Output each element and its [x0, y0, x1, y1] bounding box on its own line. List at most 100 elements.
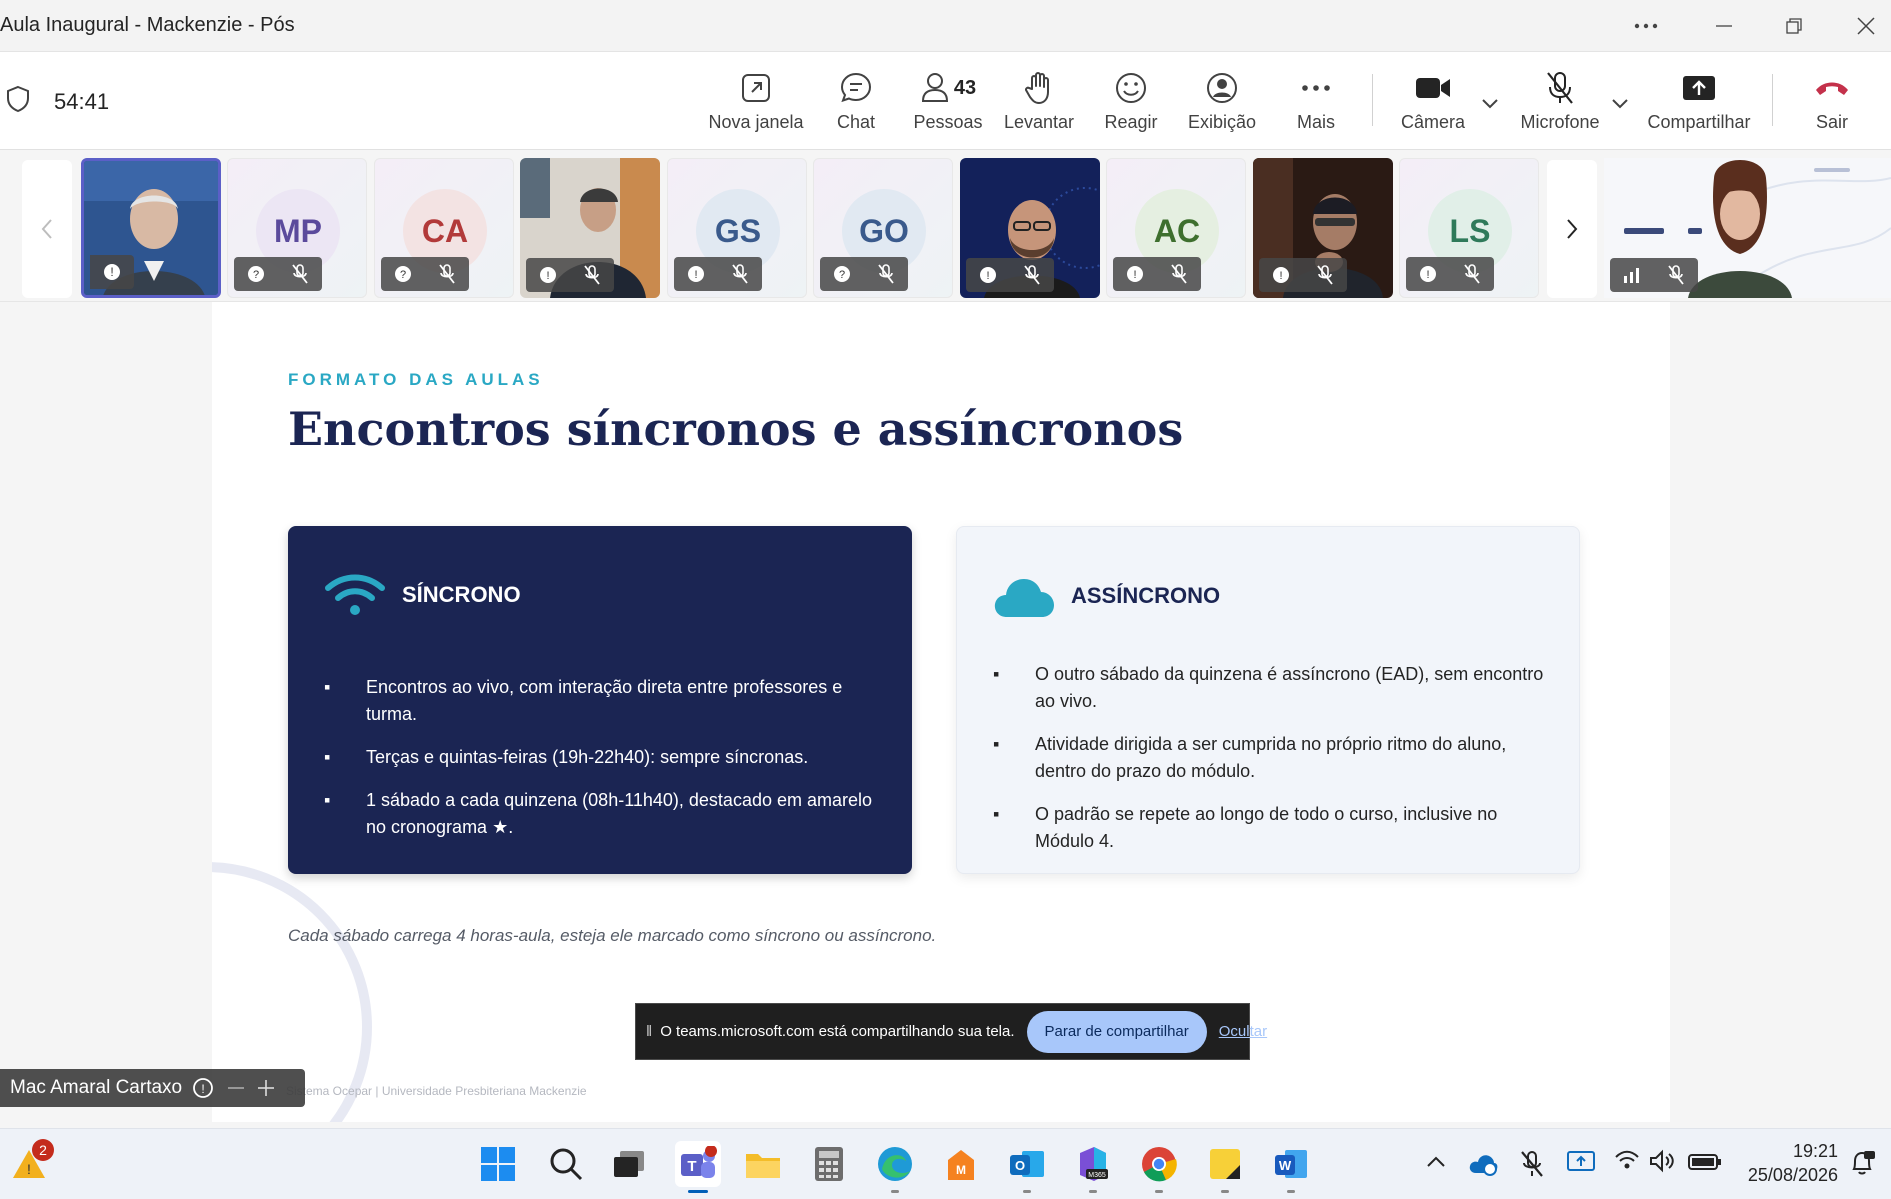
toolbar-divider — [1372, 74, 1373, 126]
close-window-button[interactable] — [1846, 8, 1886, 44]
mic-tray-button[interactable] — [1508, 1142, 1556, 1186]
restore-button[interactable] — [1774, 8, 1814, 44]
list-item: ▪ Encontros ao vivo, com interação direta… — [324, 674, 884, 728]
microphone-button[interactable]: Microfone — [1516, 68, 1604, 140]
hide-banner-link[interactable]: Ocultar — [1219, 1023, 1267, 1040]
outlook-icon: O — [1010, 1151, 1044, 1177]
mic-muted-icon — [718, 257, 762, 291]
participant-tile[interactable]: GS ! — [667, 158, 807, 298]
gallery-next-button[interactable] — [1547, 160, 1597, 298]
task-view-button[interactable] — [606, 1141, 652, 1187]
gallery-prev-button[interactable] — [22, 160, 72, 298]
expand-self-view-icon[interactable] — [256, 1078, 276, 1098]
battery-icon[interactable] — [1688, 1153, 1722, 1171]
minimize-self-view-icon[interactable] — [226, 1078, 246, 1098]
title-bar: Aula Inaugural - Mackenzie - Pós — [0, 0, 1891, 52]
bullet-icon: ▪ — [324, 747, 331, 767]
view-label: Exibição — [1187, 112, 1257, 132]
stop-sharing-button[interactable]: Parar de compartilhar — [1026, 1010, 1207, 1053]
camera-label: Câmera — [1400, 112, 1466, 132]
search-icon — [550, 1148, 583, 1181]
onedrive-icon[interactable] — [1468, 1149, 1498, 1177]
svg-text:O: O — [1015, 1158, 1025, 1173]
mic-muted-icon — [1157, 257, 1201, 291]
view-button[interactable]: Exibição — [1182, 68, 1262, 140]
calculator-button[interactable] — [806, 1141, 852, 1187]
svg-text:!: ! — [546, 270, 549, 282]
raise-hand-button[interactable]: Levantar — [1000, 68, 1078, 140]
svg-text:!: ! — [110, 265, 113, 279]
svg-text:!: ! — [201, 1082, 204, 1096]
leave-button[interactable]: Sair — [1800, 68, 1864, 140]
teams-app-button[interactable]: T — [675, 1141, 721, 1193]
svg-text:!: ! — [27, 1161, 31, 1177]
participant-gallery: ! MP ? CA ? ! GS ! GO ? ! AC ! ! LS ! — [0, 150, 1891, 302]
participant-tile[interactable]: MP ? — [227, 158, 367, 298]
slide-eyebrow: FORMATO DAS AULAS — [288, 370, 544, 389]
mic-muted-icon — [864, 257, 908, 291]
participant-tile[interactable]: GO ? — [813, 158, 953, 298]
word-button[interactable]: W — [1268, 1141, 1314, 1193]
hand-status-icon: ! — [1406, 257, 1450, 291]
drag-handle-icon[interactable]: ‖ — [646, 1023, 652, 1040]
search-button[interactable] — [543, 1141, 589, 1187]
calculator-icon — [815, 1147, 843, 1181]
svg-text:?: ? — [839, 269, 845, 281]
new-window-button[interactable]: Nova janela — [706, 68, 806, 140]
bullet-icon: ▪ — [324, 677, 331, 697]
mic-muted-icon — [1303, 258, 1347, 292]
more-icon — [1301, 68, 1331, 108]
bullet-icon: ▪ — [993, 804, 1000, 824]
outlook-button[interactable]: O — [1004, 1141, 1050, 1193]
close-icon — [1857, 17, 1875, 35]
chevron-right-icon — [1567, 219, 1578, 239]
start-button[interactable] — [475, 1141, 521, 1187]
wifi-tray-icon[interactable] — [1614, 1149, 1640, 1171]
bullet-icon: ▪ — [993, 664, 1000, 684]
chevron-up-icon[interactable] — [1426, 1155, 1446, 1169]
screen-share-tray-icon[interactable] — [1566, 1149, 1596, 1175]
participant-tile-video[interactable]: ! — [1253, 158, 1393, 298]
system-clock[interactable]: 19:21 25/08/2026 — [1732, 1139, 1838, 1187]
participant-tile-video[interactable]: ! — [81, 158, 221, 298]
m365-icon: M365 — [1080, 1147, 1108, 1181]
participant-tile[interactable]: LS ! — [1399, 158, 1539, 298]
sync-list: ▪ Encontros ao vivo, com interação direta… — [324, 674, 884, 857]
mic-muted-icon — [570, 258, 614, 292]
minimize-button[interactable] — [1704, 8, 1744, 44]
wifi-icon — [325, 574, 385, 615]
moodle-app-button[interactable]: M — [938, 1141, 984, 1187]
share-button[interactable]: Compartilhar — [1646, 68, 1752, 140]
async-card: ASSÍNCRONO ▪ O outro sábado da quinzena é… — [956, 526, 1580, 874]
volume-icon[interactable] — [1648, 1149, 1676, 1173]
svg-text:T: T — [687, 1158, 696, 1175]
task-view-icon — [614, 1151, 644, 1177]
participant-tile-video[interactable]: ! — [960, 158, 1100, 298]
sticky-notes-button[interactable] — [1202, 1141, 1248, 1193]
participant-tile-video[interactable]: ! — [520, 158, 660, 298]
mic-muted-icon — [425, 257, 469, 291]
react-button[interactable]: Reagir — [1100, 68, 1162, 140]
mic-options-chevron-icon[interactable] — [1611, 97, 1629, 109]
edge-browser-button[interactable] — [872, 1141, 918, 1193]
weather-widget[interactable]: ! 2 — [6, 1139, 54, 1187]
participant-tile[interactable]: CA ? — [374, 158, 514, 298]
people-label: Pessoas — [913, 112, 983, 132]
more-options-button[interactable] — [1626, 8, 1666, 44]
hand-status-icon: ? — [381, 257, 425, 291]
chat-button[interactable]: Chat — [826, 68, 886, 140]
chrome-button[interactable] — [1136, 1141, 1182, 1193]
camera-button[interactable]: Câmera — [1398, 68, 1468, 140]
notifications-icon[interactable] — [1848, 1149, 1876, 1177]
file-explorer-button[interactable] — [740, 1141, 786, 1187]
ellipsis-icon — [1634, 23, 1658, 29]
screen-share-banner: ‖ O teams.microsoft.com está compartilha… — [635, 1003, 1267, 1060]
microsoft365-button[interactable]: M365 — [1070, 1141, 1116, 1193]
camera-options-chevron-icon[interactable] — [1481, 97, 1499, 109]
presenter-video-tile[interactable] — [1604, 158, 1891, 298]
people-button[interactable]: 43 Pessoas — [910, 68, 986, 140]
more-button[interactable]: Mais — [1292, 68, 1340, 140]
chat-icon — [839, 68, 873, 108]
participant-tile[interactable]: AC ! — [1106, 158, 1246, 298]
bullet-icon: ▪ — [324, 790, 331, 810]
